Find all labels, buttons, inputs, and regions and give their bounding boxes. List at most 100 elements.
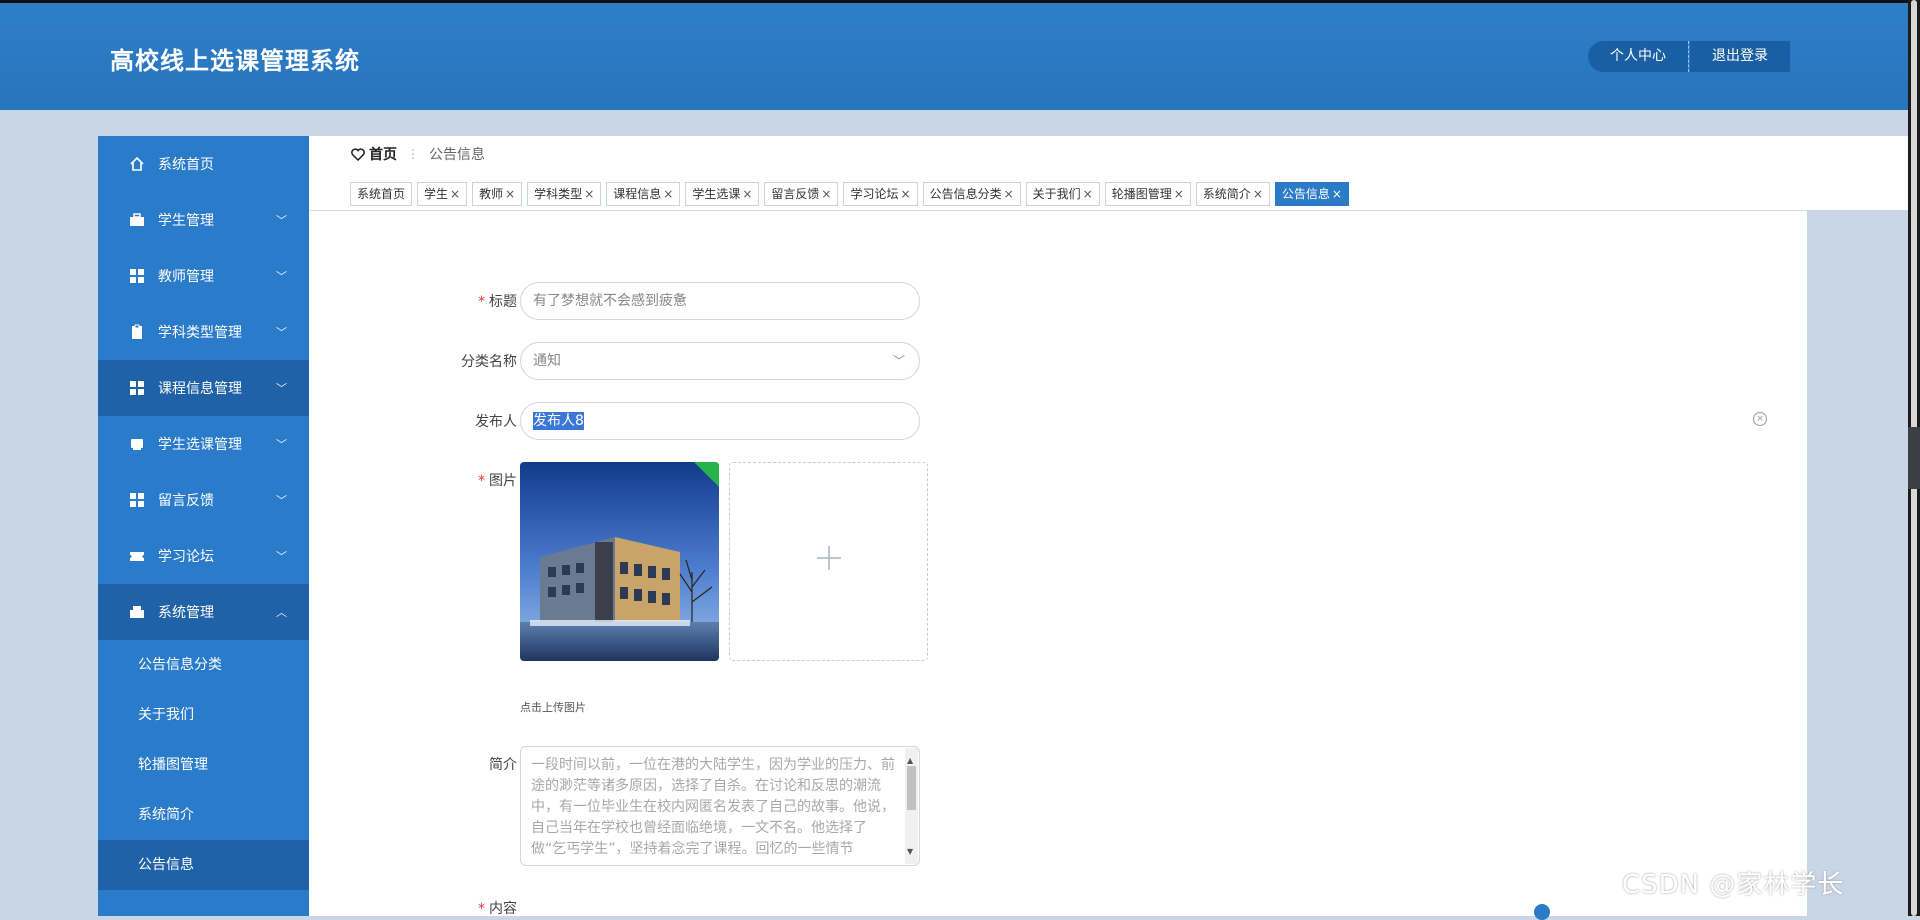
chevron-down-icon: ﹀ — [276, 494, 287, 507]
tab-item[interactable]: 学生选课 × — [685, 182, 760, 206]
close-icon[interactable]: × — [1083, 187, 1093, 201]
close-icon[interactable]: × — [821, 187, 831, 201]
breadcrumb-home-label: 首页 — [369, 147, 397, 163]
submenu-item-carousel[interactable]: 轮播图管理 — [98, 740, 309, 790]
close-icon[interactable]: × — [663, 187, 673, 201]
sidebar-item-system[interactable]: 系统管理 ︿ — [98, 584, 309, 640]
intro-textarea[interactable]: 一段时间以前，一位在港的大陆学生，因为学业的压力、前途的渺茫等诸多原因，选择了自… — [520, 746, 920, 866]
title-input[interactable]: 有了梦想就不会感到疲惫 — [520, 282, 920, 320]
publisher-value: 发布人8 — [533, 412, 584, 430]
close-icon[interactable]: × — [505, 187, 515, 201]
breadcrumb: 首页 ⋮ 公告信息 — [351, 144, 485, 164]
required-mark: * — [478, 473, 485, 489]
sidebar-item-forum[interactable]: 学习论坛 ﹀ — [98, 528, 309, 584]
submenu-item-about-us[interactable]: 关于我们 — [98, 690, 309, 740]
sidebar-item-course-selection[interactable]: 学生选课管理 ﹀ — [98, 416, 309, 472]
card-icon — [128, 435, 146, 453]
tab-item[interactable]: 学习论坛 × — [843, 182, 918, 206]
tab-label: 关于我们 — [1032, 187, 1081, 201]
content-label: * 内容 — [478, 901, 517, 917]
tab-bar: 系统首页 学生 × 教师 × 学科类型 × 课程信息 × 学生选课 × 留言反馈 × 学习论坛 × 公告信息分… — [309, 180, 1908, 211]
system-submenu: 公告信息分类 关于我们 轮播图管理 系统简介 公告信息 — [98, 640, 309, 890]
uploaded-image-building[interactable] — [520, 462, 719, 661]
chevron-down-icon: ﹀ — [276, 270, 287, 283]
close-icon[interactable]: × — [1332, 187, 1342, 201]
close-icon[interactable]: × — [742, 187, 752, 201]
close-icon[interactable]: × — [1253, 187, 1263, 201]
category-value: 通知 — [533, 353, 561, 369]
sidebar: 系统首页 学生管理 ﹀ 教师管理 ﹀ 学科类型管理 ﹀ 课程信息管理 ﹀ 学生选… — [98, 136, 309, 916]
breadcrumb-separator-icon: ⋮ — [407, 147, 419, 161]
chevron-down-icon: ﹀ — [276, 550, 287, 563]
close-icon[interactable]: × — [901, 187, 911, 201]
personal-center-button[interactable]: 个人中心 — [1588, 41, 1688, 72]
clear-circle-icon[interactable]: × — [1753, 412, 1767, 426]
sidebar-item-teachers[interactable]: 教师管理 ﹀ — [98, 248, 309, 304]
clipboard-icon — [128, 323, 146, 341]
sidebar-item-label: 课程信息管理 — [158, 381, 242, 397]
sidebar-item-feedback[interactable]: 留言反馈 ﹀ — [98, 472, 309, 528]
chevron-down-icon: ﹀ — [892, 354, 905, 368]
scroll-down-icon[interactable]: ▼ — [907, 841, 913, 862]
close-icon[interactable]: × — [450, 187, 460, 201]
textarea-scrollbar-thumb[interactable] — [907, 766, 916, 810]
header-actions: 个人中心 退出登录 — [1588, 41, 1790, 72]
close-icon[interactable]: × — [584, 187, 594, 201]
ticket-icon — [128, 547, 146, 565]
tab-item[interactable]: 教师 × — [472, 182, 523, 206]
tab-label: 学生选课 — [692, 187, 741, 201]
submenu-item-notice-info[interactable]: 公告信息 — [98, 840, 309, 890]
intro-label: 简介 — [489, 757, 517, 773]
app-title: 高校线上选课管理系统 — [110, 47, 360, 75]
watermark: CSDN @家林学长 — [1622, 870, 1845, 900]
image-label: * 图片 — [478, 473, 517, 489]
sidebar-item-label: 系统首页 — [158, 157, 214, 173]
sidebar-item-students[interactable]: 学生管理 ﹀ — [98, 192, 309, 248]
submenu-item-system-intro[interactable]: 系统简介 — [98, 790, 309, 840]
logout-button[interactable]: 退出登录 — [1690, 41, 1790, 72]
tabs-list: 系统首页 学生 × 教师 × 学科类型 × 课程信息 × 学生选课 × 留言反馈 × 学习论坛 × 公告信息分… — [350, 182, 1349, 206]
textarea-scrollbar[interactable]: ▲ ▼ — [905, 748, 918, 864]
sidebar-item-label: 学生管理 — [158, 213, 214, 229]
tab-item[interactable]: 学科类型 × — [527, 182, 602, 206]
grid-icon — [128, 379, 146, 397]
chevron-down-icon: ﹀ — [276, 382, 287, 395]
sidebar-item-subject-types[interactable]: 学科类型管理 ﹀ — [98, 304, 309, 360]
tab-label: 公告信息分类 — [929, 187, 1002, 201]
close-icon[interactable]: × — [1004, 187, 1014, 201]
category-select[interactable]: 通知 ﹀ — [520, 342, 920, 380]
cabinet-icon — [128, 603, 146, 621]
tab-item[interactable]: 轮播图管理 × — [1104, 182, 1191, 206]
sidebar-item-label: 留言反馈 — [158, 493, 214, 509]
tab-label: 留言反馈 — [771, 187, 820, 201]
tab-item[interactable]: 公告信息 × — [1274, 182, 1349, 206]
tab-item[interactable]: 学生 × — [417, 182, 468, 206]
required-mark: * — [478, 901, 485, 917]
submenu-item-notice-category[interactable]: 公告信息分类 — [98, 640, 309, 690]
publisher-input[interactable]: 发布人8 — [520, 402, 920, 440]
tab-label: 系统简介 — [1202, 187, 1251, 201]
category-label: 分类名称 — [461, 354, 517, 370]
tab-item[interactable]: 留言反馈 × — [764, 182, 839, 206]
tab-item[interactable]: 公告信息分类 × — [922, 182, 1021, 206]
tab-label: 系统首页 — [357, 187, 406, 201]
tab-label: 公告信息 — [1281, 187, 1330, 201]
close-icon[interactable]: × — [1174, 187, 1184, 201]
breadcrumb-home[interactable]: 首页 — [351, 144, 397, 164]
sidebar-item-home[interactable]: 系统首页 — [98, 136, 309, 192]
sidebar-item-label: 学习论坛 — [158, 549, 214, 565]
tab-item[interactable]: 系统首页 — [350, 182, 413, 206]
publisher-label: 发布人 — [475, 414, 517, 430]
sidebar-item-label: 系统管理 — [158, 605, 214, 621]
breadcrumb-current: 公告信息 — [429, 147, 485, 163]
tab-label: 轮播图管理 — [1111, 187, 1172, 201]
home-icon — [128, 155, 146, 173]
sidebar-item-courses[interactable]: 课程信息管理 ﹀ — [98, 360, 309, 416]
image-upload-area[interactable] — [729, 462, 928, 661]
tab-item[interactable]: 系统简介 × — [1195, 182, 1270, 206]
tab-item[interactable]: 关于我们 × — [1025, 182, 1100, 206]
tab-label: 课程信息 — [613, 187, 662, 201]
tab-item[interactable]: 课程信息 × — [606, 182, 681, 206]
app-header: 高校线上选课管理系统 个人中心 退出登录 — [0, 3, 1908, 110]
tab-label: 教师 — [479, 187, 504, 201]
